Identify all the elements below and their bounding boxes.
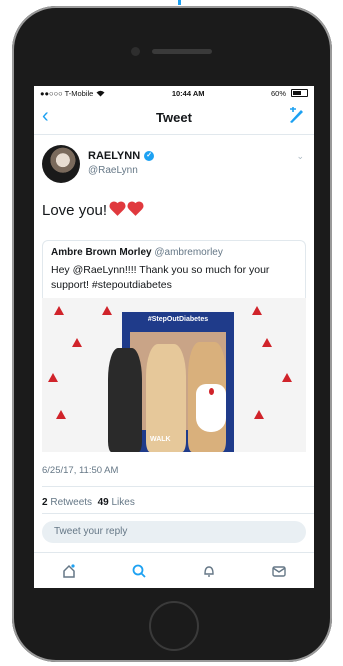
diabetes-logo-icon: [282, 373, 292, 382]
quoted-author-name: Ambre Brown Morley: [51, 247, 152, 258]
nav-bar: ‹ Tweet: [34, 100, 314, 135]
tweet-stats: 2 Retweets 49 Likes: [42, 497, 135, 508]
quoted-tweet[interactable]: Ambre Brown Morley @ambremorley Hey @Rae…: [42, 240, 306, 298]
divider: [42, 486, 314, 487]
top-edge-mark: [178, 0, 181, 5]
carrier-signal: ●●○○○ T-Mobile: [40, 89, 105, 98]
likes-label[interactable]: Likes: [112, 497, 135, 508]
diabetes-logo-icon: [56, 410, 66, 419]
home-icon[interactable]: [59, 561, 79, 581]
battery-icon: [291, 89, 308, 97]
tweet-text-content: Love you!: [42, 202, 108, 219]
diabetes-logo-icon: [262, 338, 272, 347]
author-name: RAELYNN: [88, 150, 141, 162]
walk-label: WALK: [150, 436, 171, 443]
messages-icon[interactable]: [269, 561, 289, 581]
diabetes-logo-icon: [72, 338, 82, 347]
frame-hashtag-label: #StepOutDiabetes: [147, 316, 209, 323]
red-heart-emoji-icon: [129, 203, 142, 216]
diabetes-logo-icon: [48, 373, 58, 382]
carrier-label: ●●○○○ T-Mobile: [40, 88, 94, 98]
battery-percent: 60%: [270, 88, 286, 98]
author-name-row[interactable]: RAELYNN ✓: [88, 150, 155, 162]
notifications-icon[interactable]: [199, 561, 219, 581]
earpiece-speaker: [152, 49, 212, 54]
author-handle[interactable]: @RaeLynn: [88, 165, 138, 176]
diabetes-logo-icon: [54, 306, 64, 315]
retweets-label[interactable]: Retweets: [50, 497, 92, 508]
person-figure: [108, 348, 142, 452]
quoted-tweet-text: Hey @RaeLynn!!!! Thank you so much for y…: [51, 264, 270, 292]
likes-count[interactable]: 49: [98, 497, 109, 508]
front-camera: [131, 47, 140, 56]
clock: 10:44 AM: [171, 88, 205, 98]
avatar[interactable]: [42, 145, 80, 183]
status-right: 60%: [271, 89, 308, 98]
hand-sign-prop: [196, 384, 226, 432]
tweet-text: Love you!: [42, 202, 142, 219]
quoted-tweet-header: Ambre Brown Morley @ambremorley: [51, 247, 297, 258]
tweet-timestamp: 6/25/17, 11:50 AM: [42, 465, 119, 476]
home-button[interactable]: [149, 601, 199, 651]
quoted-photo[interactable]: #StepOutDiabetes WALK: [42, 298, 306, 452]
red-heart-emoji-icon: [111, 203, 124, 216]
retweets-count[interactable]: 2: [42, 497, 48, 508]
quoted-author-handle: @ambremorley: [154, 247, 223, 258]
status-bar: ●●○○○ T-Mobile 10:44 AM 60%: [34, 86, 314, 100]
diabetes-logo-icon: [252, 306, 262, 315]
search-icon[interactable]: [129, 561, 149, 581]
wifi-icon: [96, 90, 105, 96]
verified-icon: ✓: [144, 151, 155, 161]
reply-input[interactable]: Tweet your reply: [42, 521, 306, 543]
compose-icon[interactable]: [288, 106, 306, 128]
tab-bar: [34, 552, 314, 588]
chevron-down-icon[interactable]: ⌄: [296, 151, 304, 162]
phone-screen: ●●○○○ T-Mobile 10:44 AM 60% ‹ Tweet RAEL…: [34, 86, 314, 588]
diabetes-logo-icon: [254, 410, 264, 419]
page-title: Tweet: [156, 110, 192, 125]
tweet-detail: RAELYNN ✓ @RaeLynn ⌄: [34, 135, 314, 183]
divider: [42, 513, 314, 514]
diabetes-logo-icon: [102, 306, 112, 315]
